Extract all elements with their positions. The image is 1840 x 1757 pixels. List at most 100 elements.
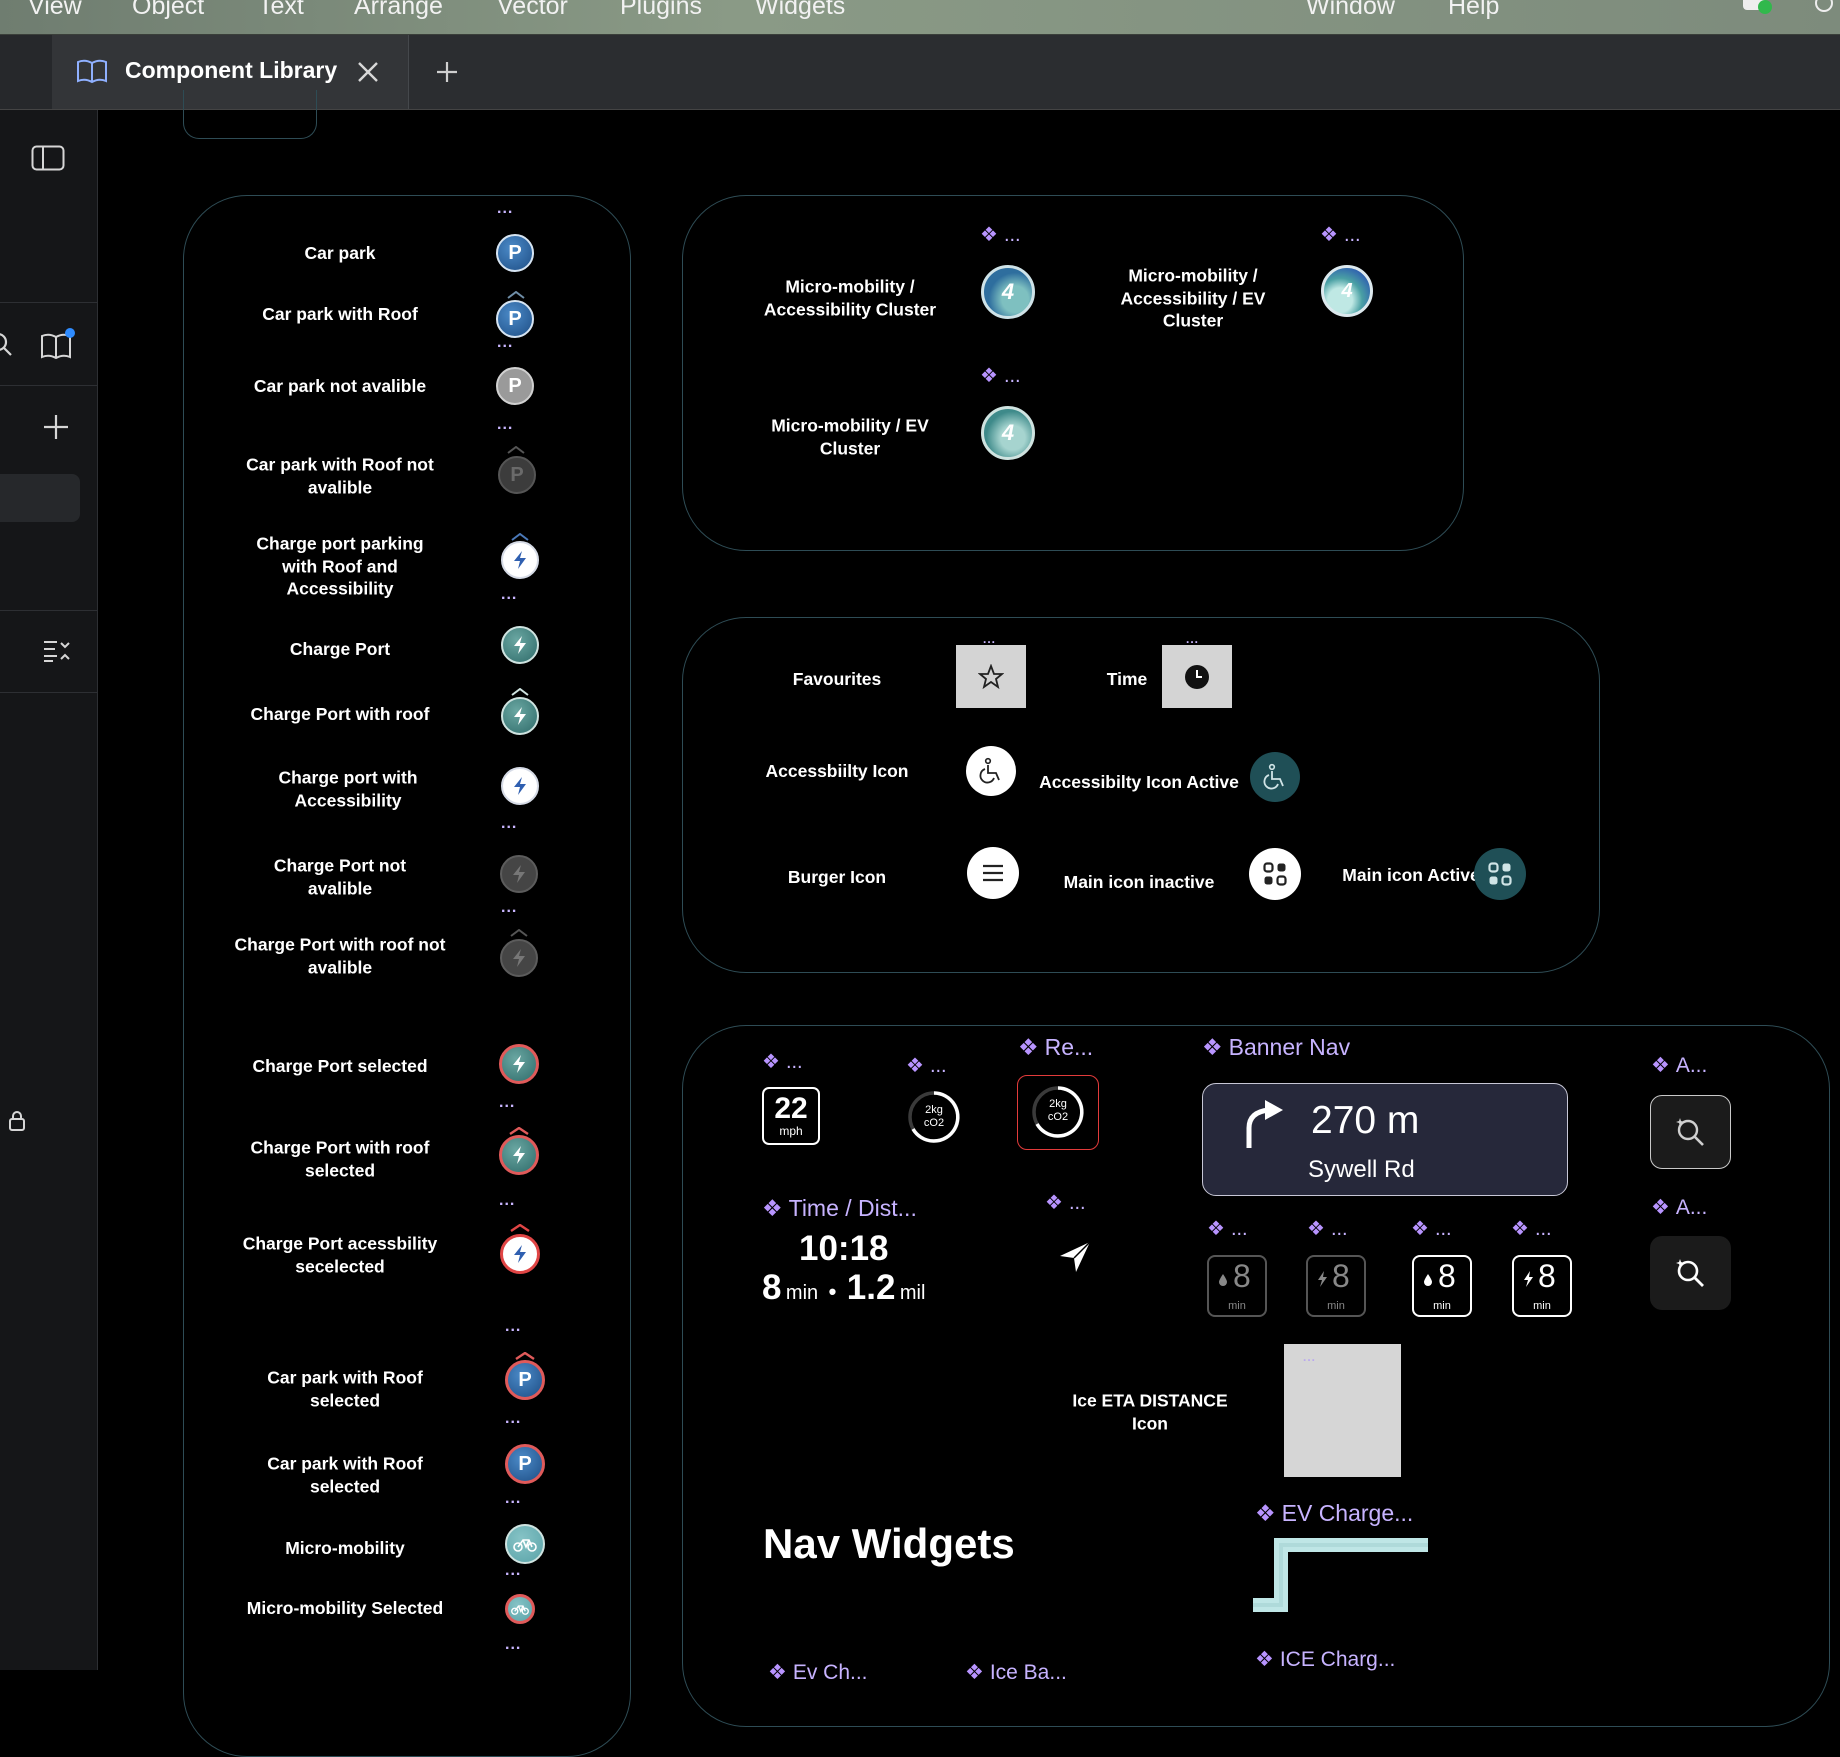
icons-overflow[interactable]: ... xyxy=(983,632,996,646)
charge-accessibility-selected-pin-icon[interactable] xyxy=(500,1234,540,1274)
eta-tile-ev-inactive[interactable]: 8 min xyxy=(1306,1255,1366,1317)
menu-window[interactable]: Window xyxy=(1306,0,1395,21)
star-icon[interactable] xyxy=(956,645,1026,708)
pins-overflow[interactable]: ... xyxy=(505,1318,521,1336)
component-title[interactable]: ❖ Ice Ba... xyxy=(965,1660,1067,1685)
bolt-icon xyxy=(513,865,525,883)
component-title[interactable]: ❖... xyxy=(980,222,1021,247)
component-title[interactable]: ❖... xyxy=(762,1049,803,1074)
menu-text[interactable]: Text xyxy=(258,0,304,21)
eta-tile-value: 8 xyxy=(1438,1258,1456,1294)
component-title[interactable]: ❖... xyxy=(1511,1216,1552,1241)
list-collapse-icon[interactable] xyxy=(43,639,71,663)
menu-arrange[interactable]: Arrange xyxy=(354,0,443,21)
pins-overflow[interactable]: ... xyxy=(497,334,513,352)
menu-view[interactable]: View xyxy=(28,0,82,21)
burger-menu-icon[interactable] xyxy=(967,847,1019,899)
new-tab-plus-icon[interactable] xyxy=(435,60,459,84)
banner-nav-widget[interactable]: 270 m Sywell Rd xyxy=(1202,1083,1568,1196)
main-grid-icon[interactable] xyxy=(1249,848,1301,900)
pins-overflow[interactable]: ... xyxy=(499,1192,515,1210)
component-diamond-icon: ❖ xyxy=(965,1661,984,1684)
pins-overflow[interactable]: ... xyxy=(505,1636,521,1654)
parking-roof-pin-icon[interactable]: P xyxy=(496,300,534,338)
component-title[interactable]: ❖ Re... xyxy=(1018,1034,1093,1061)
ice-eta-distance-icon[interactable] xyxy=(1284,1344,1401,1477)
co2-widget[interactable]: 2kg cO2 xyxy=(907,1090,961,1144)
component-title[interactable]: ❖... xyxy=(1207,1216,1248,1241)
ice-eta-overflow[interactable]: ... xyxy=(1303,1350,1316,1364)
eta-tile-fuel-inactive[interactable]: 8 min xyxy=(1207,1255,1267,1317)
nav-widgets-heading: Nav Widgets xyxy=(763,1520,1015,1567)
search-icon[interactable] xyxy=(0,332,14,358)
zoom-search-icon[interactable] xyxy=(1650,1095,1731,1169)
pins-overflow[interactable]: ... xyxy=(497,416,513,434)
pins-overflow[interactable]: ... xyxy=(501,899,517,917)
component-title[interactable]: ❖... xyxy=(906,1053,947,1078)
cluster-accessibility-ev-icon[interactable]: 4 xyxy=(1321,265,1373,317)
parking-selected-pin-icon[interactable]: P xyxy=(505,1444,545,1484)
parking-unavailable-pin-icon[interactable]: P xyxy=(496,367,534,405)
eta-tile-ev-active[interactable]: 8 min xyxy=(1512,1255,1572,1317)
menu-widgets[interactable]: Widgets xyxy=(755,0,845,21)
charge-roof-selected-pin-icon[interactable] xyxy=(499,1135,539,1175)
charge-roof-accessibility-pin-icon[interactable] xyxy=(501,541,539,579)
menu-plugins[interactable]: Plugins xyxy=(620,0,702,21)
zoom-search-icon[interactable] xyxy=(1650,1236,1731,1310)
component-title[interactable]: ❖ Ev Ch... xyxy=(768,1660,868,1685)
menu-vector[interactable]: Vector xyxy=(497,0,568,21)
cluster-ev-icon[interactable]: 4 xyxy=(981,406,1035,460)
bike-selected-pin-icon[interactable] xyxy=(505,1594,535,1624)
sidebar-toggle-icon[interactable] xyxy=(31,145,65,171)
lock-icon[interactable] xyxy=(8,1110,26,1132)
component-title[interactable]: ❖ A... xyxy=(1651,1195,1707,1220)
component-title[interactable]: ❖... xyxy=(1411,1216,1452,1241)
component-title[interactable]: ❖... xyxy=(1307,1216,1348,1241)
charge-port-roof-pin-icon[interactable] xyxy=(501,697,539,735)
wheelchair-icon[interactable] xyxy=(966,746,1016,796)
pins-overflow[interactable]: ... xyxy=(501,815,517,833)
key-icon[interactable] xyxy=(1815,0,1833,12)
pins-overflow[interactable]: ... xyxy=(505,1562,521,1580)
eta-tile-fuel-active[interactable]: 8 min xyxy=(1412,1255,1472,1317)
ev-charge-route-icon[interactable] xyxy=(1253,1532,1428,1612)
charge-unavailable-pin-icon[interactable] xyxy=(500,855,538,893)
co2-selected-widget[interactable]: 2kg cO2 xyxy=(1017,1075,1099,1150)
component-title[interactable]: ❖ A... xyxy=(1651,1053,1707,1078)
pins-overflow[interactable]: ... xyxy=(505,1410,521,1428)
icons-overflow[interactable]: ... xyxy=(1186,632,1199,646)
component-title[interactable]: ❖... xyxy=(980,363,1021,388)
cluster-accessibility-icon[interactable]: 4 xyxy=(981,265,1035,319)
component-title[interactable]: ❖ Banner Nav xyxy=(1202,1034,1350,1061)
charge-accessibility-pin-icon[interactable] xyxy=(501,767,539,805)
menu-help[interactable]: Help xyxy=(1448,0,1499,21)
parking-roof-selected-pin-icon[interactable]: P xyxy=(505,1360,545,1400)
bike-pin-icon[interactable] xyxy=(505,1524,545,1564)
charge-roof-unavailable-pin-icon[interactable] xyxy=(500,939,538,977)
pins-overflow[interactable]: ... xyxy=(505,1490,521,1508)
plus-icon[interactable] xyxy=(43,414,69,440)
charge-selected-pin-icon[interactable] xyxy=(499,1044,539,1084)
close-icon[interactable] xyxy=(356,60,380,84)
wheelchair-active-icon[interactable] xyxy=(1250,752,1300,802)
clock-icon[interactable] xyxy=(1162,645,1232,708)
component-title[interactable]: ❖ Time / Dist... xyxy=(762,1195,917,1222)
tab-home[interactable] xyxy=(0,35,53,109)
menu-object[interactable]: Object xyxy=(132,0,204,21)
speed-widget[interactable]: 22 mph xyxy=(762,1087,820,1145)
pins-overflow[interactable]: ... xyxy=(499,1094,515,1112)
component-title[interactable]: ❖... xyxy=(1320,222,1361,247)
rail-selected-row[interactable] xyxy=(0,474,80,522)
component-title[interactable]: ❖ ICE Charg... xyxy=(1255,1647,1395,1672)
pins-overflow[interactable]: ... xyxy=(501,586,517,604)
pins-overflow[interactable]: ... xyxy=(497,200,513,218)
component-title[interactable]: ❖... xyxy=(1045,1190,1086,1215)
parking-pin-icon[interactable]: P xyxy=(496,234,534,272)
component-title[interactable]: ❖ EV Charge... xyxy=(1255,1500,1413,1527)
banner-street: Sywell Rd xyxy=(1308,1156,1415,1183)
charge-port-pin-icon[interactable] xyxy=(501,626,539,664)
compass-arrow-icon[interactable] xyxy=(1058,1240,1092,1274)
parking-roof-unavailable-pin-icon[interactable]: P xyxy=(498,456,536,494)
main-grid-active-icon[interactable] xyxy=(1474,848,1526,900)
book-icon xyxy=(77,59,107,84)
